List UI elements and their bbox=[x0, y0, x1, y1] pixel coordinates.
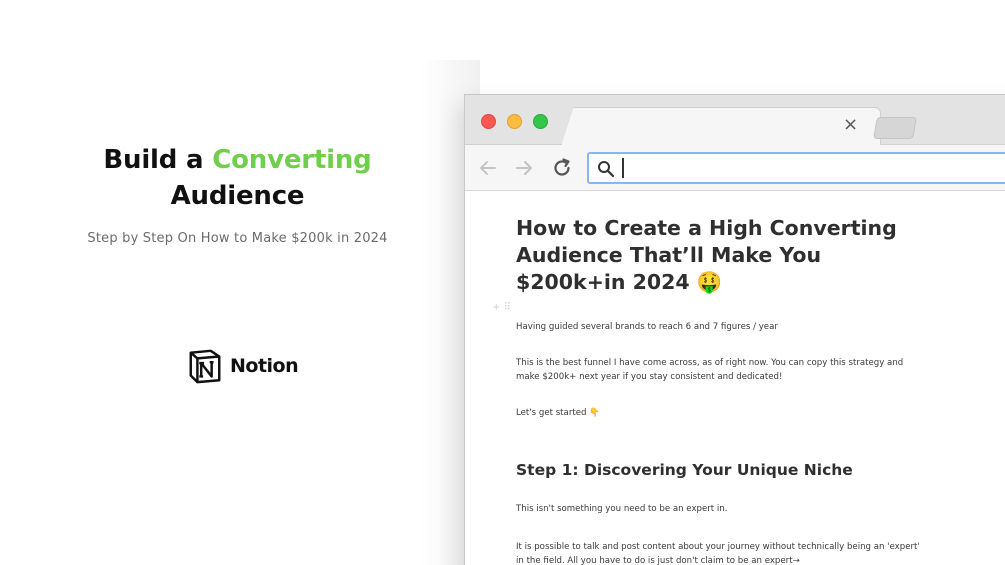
section-heading-step-1: Step 1: Discovering Your Unique Niche bbox=[516, 461, 853, 479]
active-tab[interactable] bbox=[561, 107, 881, 146]
page-title: How to Create a High Converting Audience… bbox=[516, 216, 897, 294]
paragraph-not-expert: This isn't something you need to be an e… bbox=[516, 504, 728, 514]
hero-title-part1: Build a bbox=[103, 145, 213, 175]
address-bar[interactable] bbox=[587, 152, 1005, 184]
close-window-button[interactable] bbox=[481, 114, 496, 129]
block-drag-handle[interactable]: + ⠿ bbox=[492, 302, 511, 313]
minimize-window-button[interactable] bbox=[507, 114, 522, 129]
back-arrow-icon[interactable] bbox=[477, 157, 499, 179]
paragraph-journey: It is possible to talk and post content … bbox=[516, 542, 920, 565]
reload-icon[interactable] bbox=[551, 157, 573, 179]
notion-page: How to Create a High Converting Audience… bbox=[516, 215, 926, 565]
hero-title: Build a Converting Audience bbox=[60, 142, 415, 214]
notion-logo-icon bbox=[189, 349, 221, 384]
address-input[interactable] bbox=[627, 157, 1005, 179]
maximize-window-button[interactable] bbox=[533, 114, 548, 129]
hero-title-accent: Converting bbox=[212, 145, 372, 175]
notion-wordmark: Notion bbox=[230, 355, 299, 377]
hero-title-part2: Audience bbox=[170, 181, 305, 211]
tab-bar: × bbox=[465, 95, 1005, 146]
browser-toolbar bbox=[465, 145, 1005, 191]
forward-arrow-icon[interactable] bbox=[513, 157, 535, 179]
paragraph-intro: Having guided several brands to reach 6 … bbox=[516, 322, 778, 332]
notion-brand: Notion bbox=[186, 347, 299, 385]
search-icon bbox=[598, 161, 615, 178]
text-caret bbox=[622, 158, 624, 178]
paragraph-funnel: This is the best funnel I have come acro… bbox=[516, 358, 904, 382]
paragraph-get-started: Let's get started 👇 bbox=[516, 408, 600, 418]
new-tab-button[interactable] bbox=[873, 117, 917, 139]
hero-subtitle: Step by Step On How to Make $200k in 202… bbox=[87, 231, 388, 246]
close-icon[interactable]: × bbox=[843, 115, 858, 135]
